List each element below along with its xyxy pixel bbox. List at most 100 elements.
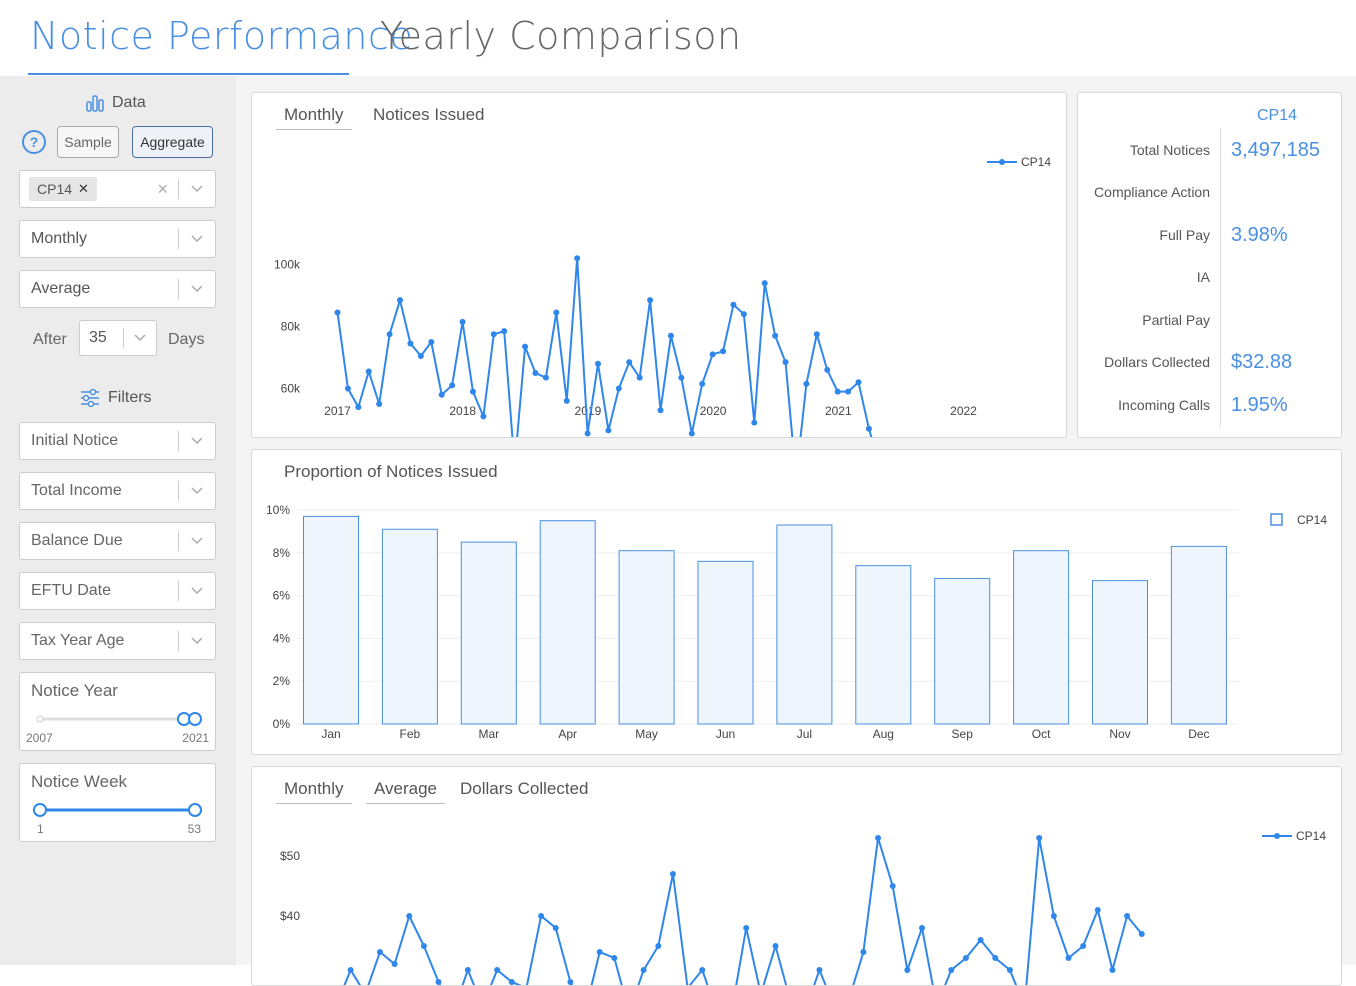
data-heading-label: Data: [112, 94, 146, 111]
notice-week-slider[interactable]: [20, 800, 217, 820]
data-point: [720, 348, 727, 355]
data-point: [584, 430, 591, 437]
y-tick-label: $40: [280, 909, 300, 923]
y-tick-label: $50: [280, 849, 300, 863]
tab-yearly-comparison[interactable]: Yearly Comparison: [380, 14, 742, 58]
chevron-down-icon[interactable]: [179, 587, 215, 595]
period-select[interactable]: Monthly: [19, 220, 216, 258]
filter-label: EFTU Date: [31, 582, 112, 599]
data-point: [655, 943, 662, 949]
data-point: [669, 871, 676, 877]
y-tick-label: 2%: [273, 674, 291, 688]
notices-issued-chart: 100k80k60k40k201720182019202020212022CP1…: [274, 155, 1051, 437]
data-heading: Data: [86, 94, 146, 112]
clear-icon[interactable]: ×: [147, 179, 178, 200]
chevron-down-icon[interactable]: [179, 637, 215, 645]
chevron-down-icon[interactable]: [179, 235, 215, 243]
data-point: [834, 388, 841, 395]
data-point: [417, 352, 424, 359]
legend-label: CP14: [1021, 155, 1051, 169]
stat-select[interactable]: Average: [19, 270, 216, 308]
sample-button[interactable]: Sample: [57, 126, 119, 158]
data-point: [948, 967, 955, 973]
data-point: [391, 961, 398, 967]
filter-initial-notice[interactable]: Initial Notice: [19, 422, 216, 460]
data-point: [1065, 955, 1072, 961]
notice-type-select[interactable]: CP14 ✕ ×: [19, 170, 216, 208]
data-point: [1080, 943, 1087, 949]
data-point: [824, 366, 831, 373]
x-tick-label: Sep: [952, 727, 974, 741]
tab-notice-performance[interactable]: Notice Performance: [30, 14, 413, 58]
data-point: [344, 385, 351, 392]
remove-tag-icon[interactable]: ✕: [78, 181, 89, 197]
data-point: [574, 255, 581, 262]
series-line-cp14: [343, 837, 1143, 985]
chevron-down-icon[interactable]: [179, 437, 215, 445]
slider-handle-low[interactable]: [33, 803, 47, 817]
filter-total-income[interactable]: Total Income: [19, 472, 216, 510]
y-tick-label: 6%: [273, 589, 291, 603]
filter-eftu-date[interactable]: EFTU Date: [19, 572, 216, 610]
data-point: [1036, 835, 1043, 841]
x-tick-label: Jan: [321, 727, 340, 741]
proportion-chart: 10% 8% 6% 4% 2% 0% Jan Feb Mar Apr May Jun Jul Aug Sep…: [266, 503, 1327, 741]
data-point: [813, 331, 820, 338]
help-icon[interactable]: ?: [22, 130, 46, 154]
data-point: [845, 388, 852, 395]
aggregate-button[interactable]: Aggregate: [132, 126, 213, 158]
data-point: [875, 835, 882, 841]
data-point: [365, 368, 372, 375]
bar: [303, 515, 359, 725]
kpi-value-full-pay: 3.98%: [1231, 224, 1288, 246]
data-point: [855, 379, 862, 386]
kpi-value-total-notices: 3,497,185: [1231, 139, 1320, 161]
kpi-label-partial-pay: Partial Pay: [1142, 312, 1210, 328]
x-tick-label: Jul: [797, 727, 812, 741]
x-tick-label: Nov: [1109, 727, 1130, 741]
kpi-value-dollars-collected: $32.88: [1231, 351, 1293, 373]
chevron-down-icon[interactable]: [179, 487, 215, 495]
chevron-down-icon[interactable]: [179, 537, 215, 545]
bar: [934, 577, 991, 725]
data-point: [615, 385, 622, 392]
bar: [381, 528, 438, 725]
slider-handle-high[interactable]: [188, 712, 202, 726]
x-tick-label: 2022: [950, 404, 977, 418]
data-point: [459, 318, 466, 325]
data-point: [435, 979, 442, 985]
after-days-select[interactable]: 35: [79, 320, 157, 356]
data-point: [743, 925, 750, 931]
y-tick-label: 100k: [274, 258, 301, 272]
chevron-down-icon[interactable]: [179, 185, 215, 193]
top-header: Notice Performance Yearly Comparison: [0, 0, 1356, 76]
x-tick-label: Mar: [478, 727, 499, 741]
filter-balance-due[interactable]: Balance Due: [19, 522, 216, 560]
active-tab-indicator: [28, 73, 349, 75]
data-point: [376, 401, 383, 407]
chevron-down-icon[interactable]: [179, 285, 215, 293]
chevron-down-icon[interactable]: [124, 334, 156, 342]
x-tick-label: Dec: [1188, 727, 1209, 741]
kpi-label-ia: IA: [1196, 269, 1210, 285]
notices-issued-panel: Monthly Notices Issued 100k80k60k40k2017…: [251, 92, 1067, 438]
data-point: [397, 297, 404, 304]
data-point: [464, 967, 471, 973]
legend-swatch-point: [999, 159, 1005, 165]
kpi-label-dollars-collected: Dollars Collected: [1104, 354, 1210, 370]
days-label: Days: [168, 331, 205, 348]
notice-year-min: 2007: [26, 731, 53, 745]
bar: [697, 560, 754, 725]
kpi-label-full-pay: Full Pay: [1159, 227, 1210, 243]
data-point: [699, 380, 706, 387]
bar: [460, 541, 517, 725]
filter-label: Total Income: [31, 482, 122, 499]
notice-year-slider[interactable]: [20, 709, 217, 729]
data-point: [428, 339, 435, 345]
kpi-header: CP14: [1257, 107, 1298, 124]
x-tick-label: Feb: [400, 727, 421, 741]
slider-handle-high[interactable]: [188, 803, 202, 817]
notice-year-max: 2021: [182, 731, 209, 745]
x-tick-label: 2020: [700, 404, 727, 418]
filter-tax-year-age[interactable]: Tax Year Age: [19, 622, 216, 660]
